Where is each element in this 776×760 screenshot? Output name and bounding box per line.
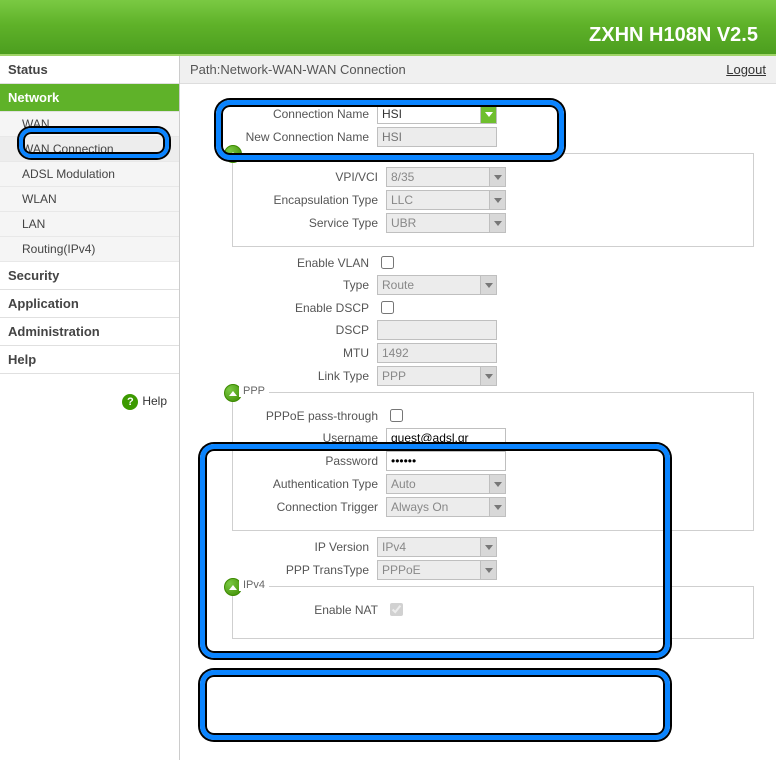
ipversion-value: IPv4	[382, 540, 406, 554]
linktype-label: Link Type	[202, 369, 377, 383]
vpi-group: VPI/VCI 8/35 Encapsulation Type LLC Serv…	[232, 153, 754, 247]
chevron-down-icon	[480, 538, 496, 556]
product-title: ZXHN H108N V2.5	[589, 24, 758, 47]
connection-name-select[interactable]: HSI	[377, 104, 497, 124]
encap-select[interactable]: LLC	[386, 190, 506, 210]
dscp-input[interactable]	[377, 320, 497, 340]
vpivci-label: VPI/VCI	[241, 170, 386, 184]
sidebar-item-wan[interactable]: WAN	[0, 112, 179, 137]
type-label: Type	[202, 278, 377, 292]
path-bar: Path:Network-WAN-WAN Connection Logout	[180, 56, 776, 84]
ipv4-group: IPv4 Enable NAT	[232, 586, 754, 639]
sidebar-item-wan-connection[interactable]: WAN Connection	[0, 137, 179, 162]
password-label: Password	[241, 454, 386, 468]
enable-vlan-checkbox[interactable]	[381, 256, 394, 269]
encap-value: LLC	[391, 193, 413, 207]
logout-link[interactable]: Logout	[726, 62, 766, 77]
dscp-label: DSCP	[202, 323, 377, 337]
username-input[interactable]	[386, 428, 506, 448]
help-icon[interactable]: ?	[122, 394, 138, 410]
ppp-legend: PPP	[239, 385, 269, 397]
sidebar: Status Network WAN WAN Connection ADSL M…	[0, 56, 180, 760]
main-content: Path:Network-WAN-WAN Connection Logout C…	[180, 56, 776, 760]
ipversion-select[interactable]: IPv4	[377, 537, 497, 557]
sidebar-cat-help[interactable]: Help	[0, 346, 179, 374]
enable-dscp-checkbox[interactable]	[381, 301, 394, 314]
breadcrumb: Path:Network-WAN-WAN Connection	[190, 62, 406, 77]
connection-name-label: Connection Name	[202, 107, 377, 121]
connection-name-value: HSI	[382, 107, 402, 121]
new-connection-name-label: New Connection Name	[202, 130, 377, 144]
ipversion-label: IP Version	[202, 540, 377, 554]
ppptrans-label: PPP TransType	[202, 563, 377, 577]
sidebar-item-wlan[interactable]: WLAN	[0, 187, 179, 212]
sidebar-item-routing-ipv4[interactable]: Routing(IPv4)	[0, 237, 179, 262]
enable-vlan-label: Enable VLAN	[202, 256, 377, 270]
encap-label: Encapsulation Type	[241, 193, 386, 207]
mtu-label: MTU	[202, 346, 377, 360]
sidebar-item-lan[interactable]: LAN	[0, 212, 179, 237]
vpivci-select[interactable]: 8/35	[386, 167, 506, 187]
help-label[interactable]: Help	[142, 394, 167, 408]
chevron-down-icon	[480, 367, 496, 385]
authtype-select[interactable]: Auto	[386, 474, 506, 494]
type-value: Route	[382, 278, 414, 292]
service-select[interactable]: UBR	[386, 213, 506, 233]
service-label: Service Type	[241, 216, 386, 230]
type-select[interactable]: Route	[377, 275, 497, 295]
conntrigger-select[interactable]: Always On	[386, 497, 506, 517]
mtu-input[interactable]	[377, 343, 497, 363]
collapse-toggle-icon[interactable]	[224, 145, 242, 163]
sidebar-cat-application[interactable]: Application	[0, 290, 179, 318]
enable-nat-checkbox[interactable]	[390, 603, 403, 616]
chevron-down-icon	[489, 191, 505, 209]
chevron-down-icon	[480, 561, 496, 579]
ppp-group: PPP PPPoE pass-through Username Password…	[232, 392, 754, 531]
username-label: Username	[241, 431, 386, 445]
sidebar-cat-status[interactable]: Status	[0, 56, 179, 84]
conntrigger-label: Connection Trigger	[241, 500, 386, 514]
ipv4-legend: IPv4	[239, 579, 269, 591]
authtype-label: Authentication Type	[241, 477, 386, 491]
pppoe-pass-label: PPPoE pass-through	[241, 409, 386, 423]
ppptrans-value: PPPoE	[382, 563, 421, 577]
ppptrans-select[interactable]: PPPoE	[377, 560, 497, 580]
password-input[interactable]	[386, 451, 506, 471]
chevron-down-icon	[489, 498, 505, 516]
form-area: Connection Name HSI New Connection Name …	[180, 84, 776, 653]
chevron-down-icon	[480, 276, 496, 294]
linktype-select[interactable]: PPP	[377, 366, 497, 386]
chevron-down-icon	[480, 105, 496, 123]
conntrigger-value: Always On	[391, 500, 448, 514]
new-connection-name-input[interactable]	[377, 127, 497, 147]
banner: ZXHN H108N V2.5	[0, 0, 776, 56]
linktype-value: PPP	[382, 369, 406, 383]
authtype-value: Auto	[391, 477, 416, 491]
service-value: UBR	[391, 216, 416, 230]
help-link-row: ? Help	[0, 374, 179, 418]
chevron-down-icon	[489, 214, 505, 232]
sidebar-cat-administration[interactable]: Administration	[0, 318, 179, 346]
enable-dscp-label: Enable DSCP	[202, 301, 377, 315]
chevron-down-icon	[489, 475, 505, 493]
vpivci-value: 8/35	[391, 170, 414, 184]
enable-nat-label: Enable NAT	[241, 603, 386, 617]
sidebar-item-adsl-modulation[interactable]: ADSL Modulation	[0, 162, 179, 187]
sidebar-cat-network[interactable]: Network	[0, 84, 179, 112]
chevron-down-icon	[489, 168, 505, 186]
pppoe-pass-checkbox[interactable]	[390, 409, 403, 422]
sidebar-cat-security[interactable]: Security	[0, 262, 179, 290]
